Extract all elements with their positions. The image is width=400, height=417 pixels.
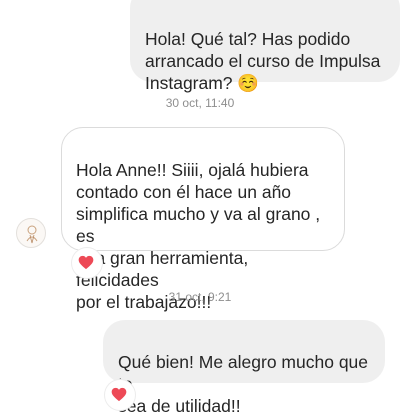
message-text: Qué bien! Me alegro mucho que te sea de … [118, 352, 369, 416]
heart-reaction[interactable] [72, 248, 102, 278]
heart-icon [78, 255, 94, 270]
message-timestamp: 30 oct, 11:40 [165, 96, 235, 110]
heart-reaction[interactable] [105, 380, 135, 410]
avatar-illustration-icon [26, 225, 38, 244]
message-timestamp: 31 oct, 9:21 [168, 290, 232, 304]
received-message-bubble[interactable]: Hola Anne!! Siiii, ojalá hubiera contado… [61, 127, 345, 312]
contact-avatar[interactable] [16, 218, 46, 248]
sent-message-bubble[interactable]: Hola! Qué tal? Has podido arrancado el c… [130, 0, 400, 93]
message-text: Hola! Qué tal? Has podido arrancado el c… [145, 29, 381, 93]
sent-message-bubble[interactable]: Qué bien! Me alegro mucho que te sea de … [103, 320, 385, 416]
